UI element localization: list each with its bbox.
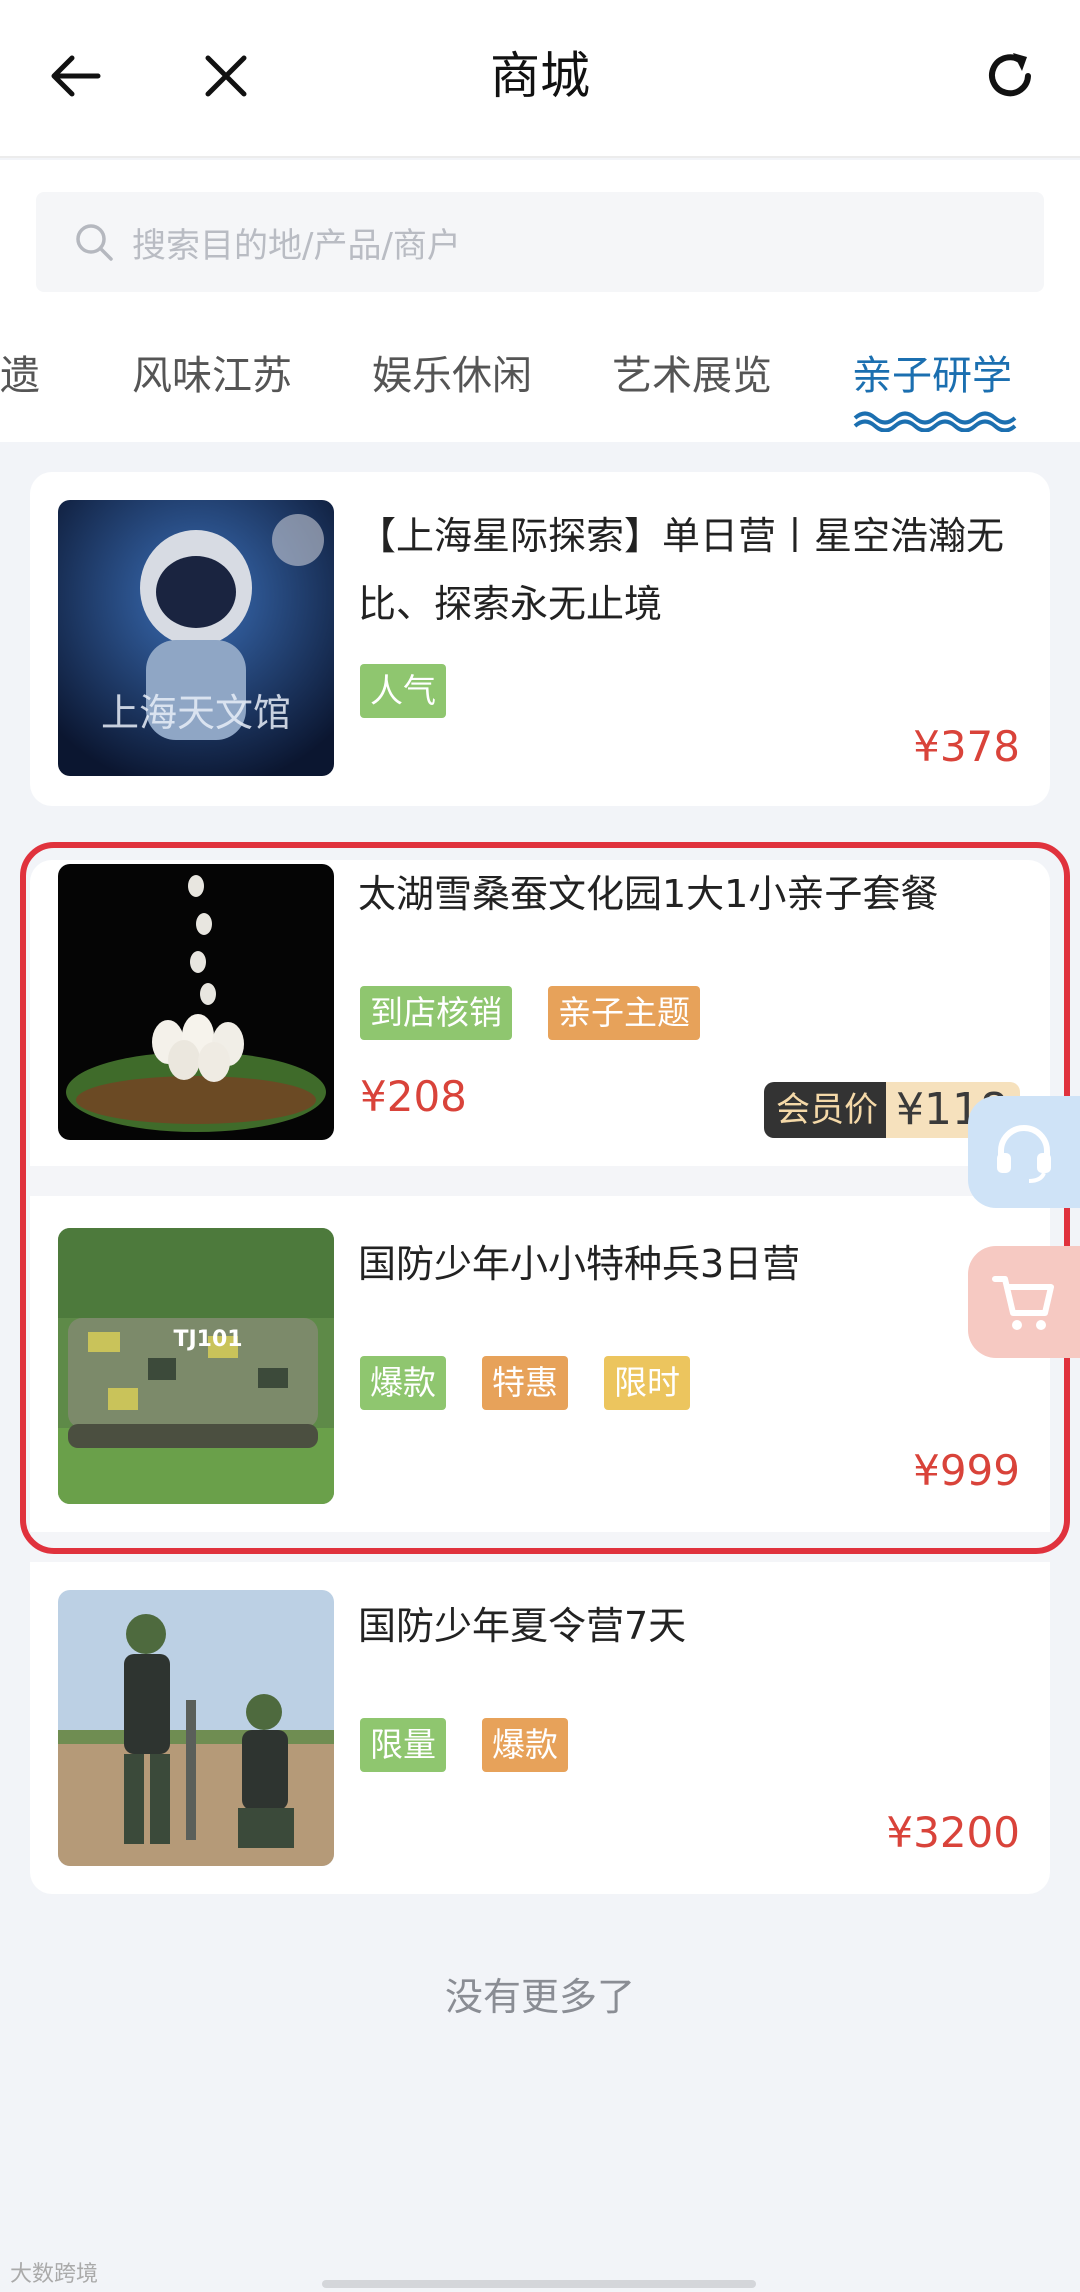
product-price: ¥378 bbox=[913, 722, 1020, 771]
search-placeholder: 搜索目的地/产品/商户 bbox=[132, 225, 461, 266]
search-input[interactable]: 搜索目的地/产品/商户 bbox=[36, 192, 1044, 292]
headset-icon bbox=[997, 1125, 1051, 1183]
product-image bbox=[58, 1590, 334, 1866]
tab-jiangsu-flavor[interactable]: 风味江苏 bbox=[132, 348, 292, 404]
product-item-shanghai-star[interactable]: 上海天文馆 【上海星际探索】单日营丨星空浩瀚无比、探索永无止境 人气 ¥378 bbox=[30, 472, 1050, 806]
watermark: 大数跨境 bbox=[10, 2262, 99, 2287]
category-tabs: 非遗 风味江苏 娱乐休闲 艺术展览 亲子研学 bbox=[0, 310, 1080, 442]
product-item-summer-camp[interactable]: 国防少年夏令营7天 限量 爆款 ¥3200 bbox=[30, 1562, 1050, 1894]
tab-entertainment[interactable]: 娱乐休闲 bbox=[372, 348, 532, 404]
top-nav-bar: 商城 bbox=[0, 0, 1080, 158]
active-tab-indicator bbox=[853, 411, 1017, 432]
product-title: 国防少年夏令营7天 bbox=[358, 1604, 687, 1648]
highlight-box bbox=[20, 842, 1070, 1554]
refresh-icon bbox=[989, 53, 1031, 97]
tab-art-exhibition[interactable]: 艺术展览 bbox=[612, 348, 772, 404]
tag-popular: 人气 bbox=[360, 664, 446, 718]
product-price: ¥3200 bbox=[886, 1808, 1020, 1857]
search-section: 搜索目的地/产品/商户 bbox=[0, 160, 1080, 310]
product-tags: 人气 bbox=[360, 664, 446, 718]
page-title: 商城 bbox=[490, 47, 590, 105]
shopping-cart-button[interactable] bbox=[968, 1246, 1080, 1358]
customer-service-button[interactable] bbox=[968, 1096, 1080, 1208]
product-image: 上海天文馆 bbox=[58, 500, 334, 776]
tag-limited-quantity: 限量 bbox=[360, 1718, 446, 1772]
tag-hot: 爆款 bbox=[482, 1718, 568, 1772]
cart-icon bbox=[992, 1276, 1054, 1330]
thumb-text: 上海天文馆 bbox=[101, 691, 291, 735]
tab-heritage[interactable]: 非遗 bbox=[0, 348, 40, 404]
refresh-button[interactable] bbox=[970, 36, 1050, 116]
tab-parent-child-study[interactable]: 亲子研学 bbox=[852, 348, 1012, 404]
no-more-text: 没有更多了 bbox=[444, 1975, 635, 2019]
product-title: 【上海星际探索】单日营丨星空浩瀚无比、探索永无止境 bbox=[358, 514, 1005, 626]
search-icon bbox=[76, 224, 113, 261]
product-tags: 限量 爆款 bbox=[360, 1718, 568, 1772]
home-indicator[interactable] bbox=[322, 2280, 756, 2288]
